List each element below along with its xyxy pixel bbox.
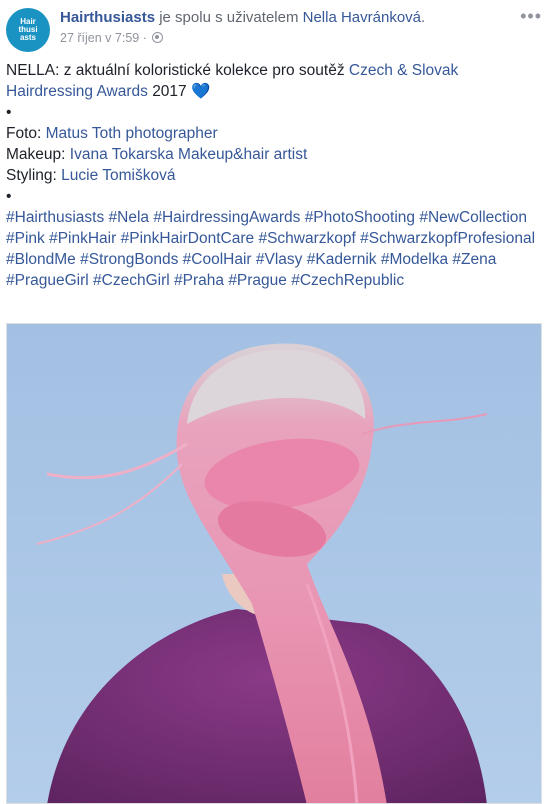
post-meta: 27 říjen v 7:59 · — [60, 31, 163, 45]
hashtag-link[interactable]: #Hairthusiasts — [6, 209, 104, 226]
hashtag-link[interactable]: #BlondMe — [6, 251, 76, 268]
hashtag-link[interactable]: #CoolHair — [183, 251, 252, 268]
text-line-1: NELLA: z aktuální koloristické kolekce p… — [6, 60, 546, 81]
hashtag-link[interactable]: #Pink — [6, 230, 45, 247]
hashtag-link[interactable]: #SchwarzkopfProfesional — [360, 230, 535, 247]
hashtag-link[interactable]: #Zena — [452, 251, 496, 268]
with-text: je spolu s uživatelem — [159, 9, 299, 26]
post-timestamp[interactable]: 27 říjen v 7:59 — [60, 31, 139, 45]
hashtag-link[interactable]: #StrongBonds — [80, 251, 178, 268]
text-line-2: Hairdressing Awards 2017 💙 — [6, 81, 546, 102]
award-link-part2[interactable]: Hairdressing Awards — [6, 83, 148, 100]
hashtag-link[interactable]: #HairdressingAwards — [153, 209, 300, 226]
credit-foto: Foto: Matus Toth photographer — [6, 123, 546, 144]
post-text: NELLA: z aktuální koloristické kolekce p… — [6, 60, 546, 291]
post-header: Hair thusi asts Hairthusiasts je spolu s… — [6, 6, 546, 52]
tagged-user-link[interactable]: Nella Havránková — [303, 9, 421, 26]
hashtag-link[interactable]: #Prague — [228, 272, 287, 289]
more-options-button[interactable]: ••• — [520, 6, 542, 27]
hashtag-link[interactable]: #NewCollection — [419, 209, 527, 226]
bullet-1: • — [6, 104, 12, 121]
hashtag-link[interactable]: #CzechGirl — [93, 272, 170, 289]
credit-makeup: Makeup: Ivana Tokarska Makeup&hair artis… — [6, 144, 546, 165]
page-avatar[interactable]: Hair thusi asts — [6, 8, 50, 52]
hashtag-link[interactable]: #CzechRepublic — [291, 272, 404, 289]
hashtag-link[interactable]: #PhotoShooting — [305, 209, 415, 226]
pink-hair-photo-image — [7, 324, 541, 803]
styling-link[interactable]: Lucie Tomišková — [61, 167, 175, 184]
foto-link[interactable]: Matus Toth photographer — [46, 125, 218, 142]
hashtag-list: #Hairthusiasts #Nela #HairdressingAwards… — [6, 207, 546, 291]
page-name-link[interactable]: Hairthusiasts — [60, 9, 155, 26]
makeup-link[interactable]: Ivana Tokarska Makeup&hair artist — [70, 146, 308, 163]
avatar-logo-text: Hair thusi asts — [18, 17, 38, 42]
hashtag-link[interactable]: #PinkHair — [49, 230, 116, 247]
hashtag-link[interactable]: #Vlasy — [256, 251, 303, 268]
post-author-line: Hairthusiasts je spolu s uživatelem Nell… — [60, 9, 425, 26]
globe-icon[interactable] — [151, 32, 163, 43]
meta-separator: · — [142, 31, 147, 45]
hashtag-link[interactable]: #Schwarzkopf — [258, 230, 355, 247]
post-photo[interactable] — [6, 323, 542, 804]
makeup-label: Makeup: — [6, 146, 66, 163]
hashtag-link[interactable]: #Kadernik — [307, 251, 377, 268]
award-link-part1[interactable]: Czech & Slovak — [349, 62, 458, 79]
hashtag-link[interactable]: #PinkHairDontCare — [121, 230, 255, 247]
hashtag-link[interactable]: #Modelka — [381, 251, 448, 268]
award-year: 2017 — [152, 83, 187, 100]
author-line-period: . — [421, 9, 426, 26]
hashtag-link[interactable]: #PragueGirl — [6, 272, 89, 289]
caption-prefix: NELLA: z aktuální koloristické kolekce p… — [6, 62, 345, 79]
foto-label: Foto: — [6, 125, 42, 142]
hashtag-link[interactable]: #Praha — [174, 272, 224, 289]
credit-styling: Styling: Lucie Tomišková — [6, 165, 546, 186]
styling-label: Styling: — [6, 167, 57, 184]
facebook-post: Hair thusi asts Hairthusiasts je spolu s… — [0, 0, 552, 804]
hashtag-link[interactable]: #Nela — [109, 209, 150, 226]
bullet-2: • — [6, 188, 12, 205]
blue-heart-icon: 💙 — [190, 83, 211, 100]
